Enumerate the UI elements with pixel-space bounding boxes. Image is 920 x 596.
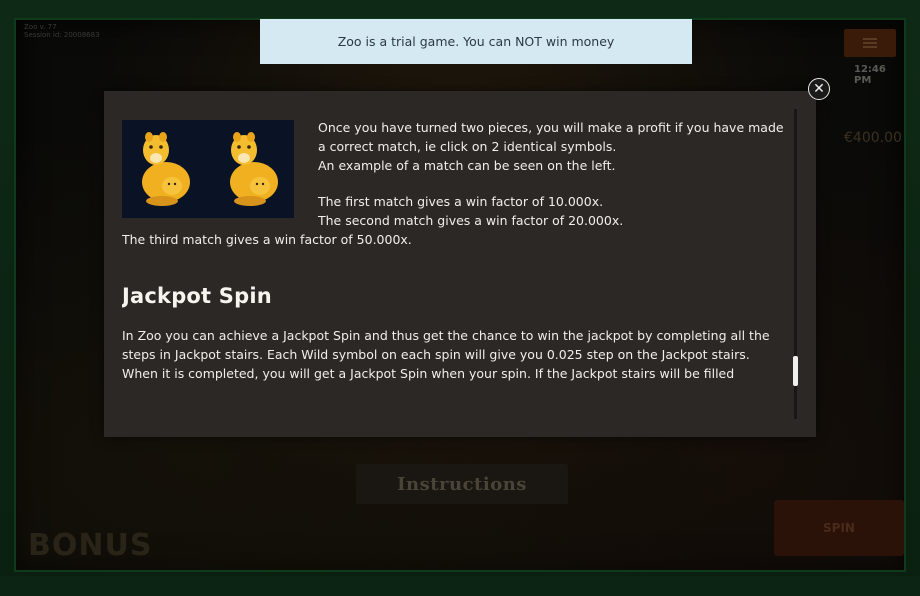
- bottom-strip: [0, 576, 920, 596]
- close-icon: ✕: [813, 81, 825, 97]
- win-factor-third: The third match gives a win factor of 50…: [122, 232, 412, 247]
- spin-button[interactable]: SPIN: [774, 500, 904, 556]
- close-button[interactable]: ✕: [808, 78, 830, 100]
- hamburger-menu-icon: [863, 38, 877, 48]
- lioness-with-cub-icon: [142, 132, 278, 206]
- bonus-label: BONUS: [28, 528, 153, 563]
- game-version-info: Zoo v. 77 Session id: 20008683: [24, 23, 100, 39]
- clock: 12:46 PM: [854, 64, 886, 86]
- scrollbar-thumb[interactable]: [793, 356, 798, 386]
- session-id: Session id: 20008683: [24, 31, 100, 39]
- balance-display: €400.00: [844, 130, 902, 146]
- game-version: Zoo v. 77: [24, 23, 57, 31]
- jackpot-completion-text: When it is completed, you will get a Jac…: [122, 366, 735, 381]
- jackpot-spin-heading: Jackpot Spin: [122, 284, 272, 308]
- lioness-symbol-left: [142, 132, 190, 206]
- instructions-tab[interactable]: Instructions: [356, 464, 568, 504]
- instructions-content[interactable]: Once you have turned two pieces, you wil…: [122, 118, 792, 418]
- lioness-symbol-right: [230, 132, 278, 206]
- menu-button[interactable]: [844, 29, 896, 57]
- trial-game-banner: Zoo is a trial game. You can NOT win mon…: [260, 19, 692, 64]
- jackpot-description: In Zoo you can achieve a Jackpot Spin an…: [122, 328, 770, 362]
- match-example-image: [122, 120, 294, 218]
- instructions-dialog: Once you have turned two pieces, you wil…: [104, 91, 816, 437]
